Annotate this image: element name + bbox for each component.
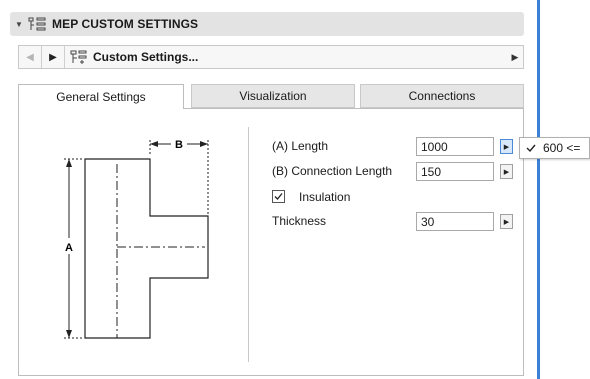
- connection-length-presets-button[interactable]: ▶: [500, 164, 513, 179]
- panel-edge-highlight: [537, 0, 540, 379]
- previous-button[interactable]: ◀: [19, 46, 42, 68]
- length-label: (A) Length: [272, 139, 329, 153]
- tab-visualization[interactable]: Visualization: [191, 84, 355, 108]
- chevron-right-icon[interactable]: ▶: [507, 52, 523, 63]
- tab-bar: General Settings Visualization Connectio…: [18, 84, 524, 109]
- mep-settings-icon: [26, 15, 48, 33]
- checkmark-icon: [525, 142, 539, 154]
- next-button[interactable]: ▶: [42, 46, 65, 68]
- divider: [248, 127, 249, 362]
- thickness-label: Thickness: [272, 214, 327, 228]
- length-presets-button[interactable]: ▶: [500, 139, 513, 154]
- insulation-checkbox[interactable]: [272, 190, 285, 203]
- dimension-b-arrow-right: [200, 141, 208, 147]
- connection-length-label: (B) Connection Length: [272, 164, 393, 178]
- dimension-a-arrow-bottom: [66, 330, 72, 338]
- preset-navigation: ◀ ▶ Custom Settings... ▶: [18, 45, 524, 69]
- tab-general-settings[interactable]: General Settings: [18, 84, 184, 109]
- tab-connections[interactable]: Connections: [360, 84, 524, 108]
- length-input[interactable]: 1000: [416, 137, 494, 156]
- panel-header[interactable]: ▼ MEP CUSTOM SETTINGS: [10, 12, 524, 36]
- tee-outline: [84, 158, 209, 339]
- insulation-label: Insulation: [299, 190, 351, 204]
- checkmark-icon: [274, 193, 283, 200]
- menu-item-600[interactable]: 600 <=: [543, 141, 580, 155]
- preset-label: Custom Settings...: [93, 50, 199, 64]
- dimension-b-label: B: [175, 139, 183, 151]
- collapse-arrow-icon[interactable]: ▼: [12, 20, 26, 29]
- connection-length-input[interactable]: 150: [416, 162, 494, 181]
- dimension-b-arrow-left: [150, 141, 158, 147]
- panel-title: MEP CUSTOM SETTINGS: [52, 17, 199, 31]
- tee-fitting-diagram: A B: [61, 136, 209, 339]
- preset-selector[interactable]: Custom Settings... ▶: [65, 46, 523, 68]
- thickness-presets-button[interactable]: ▶: [500, 214, 513, 229]
- dimension-a-label: A: [65, 242, 73, 254]
- thickness-input[interactable]: 30: [416, 212, 494, 231]
- dimension-a-arrow-top: [66, 159, 72, 167]
- preset-settings-icon: [69, 48, 89, 66]
- length-preset-menu: 600 <=: [519, 137, 590, 159]
- mep-settings-panel: ▼ MEP CUSTOM SETTINGS ◀ ▶ Custom Setting…: [0, 0, 537, 379]
